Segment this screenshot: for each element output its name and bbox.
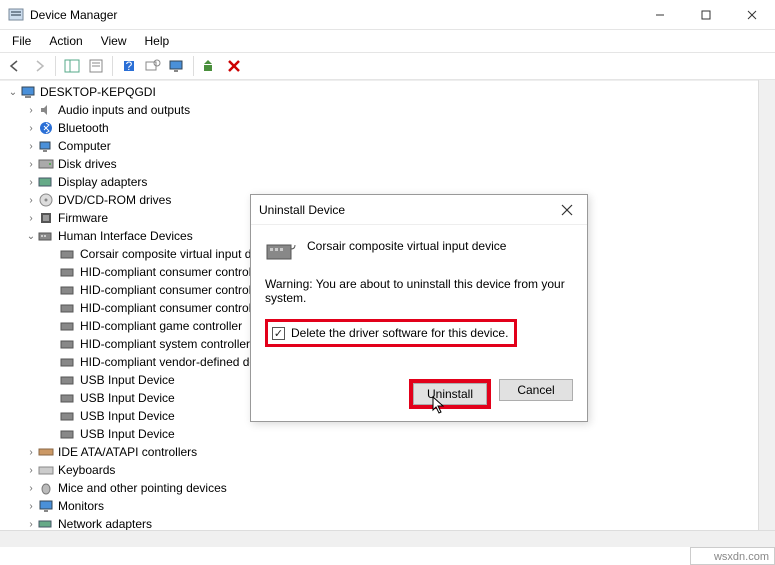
menu-file[interactable]: File [4,32,39,50]
hid-device-icon [60,318,76,334]
menu-view[interactable]: View [93,32,135,50]
hid-device-icon [60,300,76,316]
help-icon[interactable]: ? [118,55,140,77]
chevron-right-icon[interactable]: › [24,499,38,513]
chevron-right-icon[interactable]: › [24,157,38,171]
dialog-device-name: Corsair composite virtual input device [307,237,506,253]
hid-icon [38,228,54,244]
monitor-icon [38,498,54,514]
window-title: Device Manager [30,8,637,22]
uninstall-button[interactable]: Uninstall [413,383,487,405]
chevron-right-icon[interactable]: › [24,481,38,495]
hid-device-icon [60,354,76,370]
show-hide-tree-icon[interactable] [61,55,83,77]
tree-computer[interactable]: ›Computer [6,137,775,155]
hid-device-icon [60,336,76,352]
chevron-right-icon[interactable]: › [24,517,38,531]
close-button[interactable] [729,0,775,30]
hid-device-icon [60,264,76,280]
title-bar: Device Manager [0,0,775,30]
cursor-icon [431,395,447,415]
firmware-icon [38,210,54,226]
properties-icon[interactable] [85,55,107,77]
toolbar: ? [0,52,775,80]
computer-icon [20,84,36,100]
hid-device-icon [60,408,76,424]
tree-keyboards[interactable]: ›Keyboards [6,461,775,479]
tree-mice[interactable]: ›Mice and other pointing devices [6,479,775,497]
delete-driver-label: Delete the driver software for this devi… [291,326,508,340]
svg-text:?: ? [126,59,133,73]
hid-device-icon [60,246,76,262]
chevron-right-icon[interactable]: › [24,121,38,135]
dialog-close-button[interactable] [555,198,579,222]
keyboard-icon [38,462,54,478]
chevron-down-icon[interactable]: ⌄ [6,85,20,99]
scan-hardware-icon[interactable] [142,55,164,77]
horizontal-scrollbar[interactable] [0,530,775,547]
ide-icon [38,444,54,460]
update-driver-icon[interactable] [199,55,221,77]
tree-monitors[interactable]: ›Monitors [6,497,775,515]
menu-bar: File Action View Help [0,30,775,52]
uninstall-device-dialog: Uninstall Device Corsair composite virtu… [250,194,588,422]
delete-driver-checkbox-row[interactable]: ✓ Delete the driver software for this de… [265,319,517,347]
tree-audio[interactable]: ›Audio inputs and outputs [6,101,775,119]
chevron-right-icon[interactable]: › [24,103,38,117]
chevron-right-icon[interactable]: › [24,193,38,207]
menu-help[interactable]: Help [137,32,178,50]
display-adapter-icon [38,174,54,190]
dialog-warning-text: Warning: You are about to uninstall this… [265,277,573,305]
hid-device-icon [60,426,76,442]
tree-ide[interactable]: ›IDE ATA/ATAPI controllers [6,443,775,461]
vertical-scrollbar[interactable] [758,80,775,530]
chevron-right-icon[interactable]: › [24,445,38,459]
monitor-icon[interactable] [166,55,188,77]
chevron-right-icon[interactable]: › [24,175,38,189]
forward-icon[interactable] [28,55,50,77]
back-icon[interactable] [4,55,26,77]
mouse-icon [38,480,54,496]
menu-action[interactable]: Action [41,32,90,50]
bluetooth-icon [38,120,54,136]
app-icon [8,7,24,23]
hid-device-icon [60,372,76,388]
chevron-down-icon[interactable]: ⌄ [24,229,38,243]
uninstall-icon[interactable] [223,55,245,77]
tree-hid-item[interactable]: USB Input Device [6,425,775,443]
tree-bluetooth[interactable]: ›Bluetooth [6,119,775,137]
disk-icon [38,156,54,172]
hid-device-icon [60,282,76,298]
tree-root[interactable]: ⌄ DESKTOP-KEPQGDI [6,83,775,101]
chevron-right-icon[interactable]: › [24,211,38,225]
watermark: wsxdn.com [714,551,769,563]
tree-display[interactable]: ›Display adapters [6,173,775,191]
hid-device-large-icon [265,237,297,263]
maximize-button[interactable] [683,0,729,30]
chevron-right-icon[interactable]: › [24,139,38,153]
speaker-icon [38,102,54,118]
minimize-button[interactable] [637,0,683,30]
uninstall-highlight-frame: Uninstall [409,379,491,409]
pc-icon [38,138,54,154]
tree-disk[interactable]: ›Disk drives [6,155,775,173]
cancel-button[interactable]: Cancel [499,379,573,401]
dialog-title: Uninstall Device [259,203,555,217]
cdrom-icon [38,192,54,208]
chevron-right-icon[interactable]: › [24,463,38,477]
hid-device-icon [60,390,76,406]
checkbox-checked-icon[interactable]: ✓ [272,327,285,340]
